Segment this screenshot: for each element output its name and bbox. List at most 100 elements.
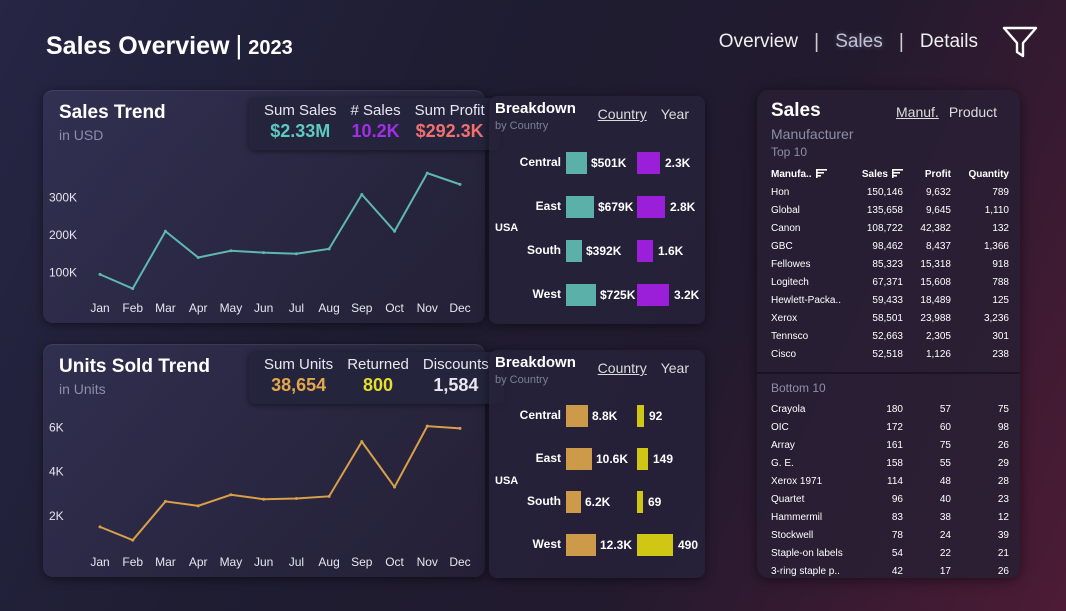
- table-row[interactable]: Xerox 58,501 23,988 3,236: [771, 309, 1011, 327]
- bar-secondary[interactable]: [637, 284, 669, 306]
- bar-secondary-label: 3.2K: [674, 288, 700, 302]
- data-point[interactable]: [98, 525, 102, 529]
- data-point[interactable]: [163, 499, 167, 503]
- data-point[interactable]: [425, 171, 429, 175]
- data-point[interactable]: [196, 256, 200, 259]
- bar-secondary-label: 69: [648, 495, 662, 509]
- data-point[interactable]: [262, 497, 266, 501]
- data-point[interactable]: [393, 229, 397, 233]
- table-row[interactable]: Quartet 96 40 23: [771, 490, 1011, 508]
- table-row[interactable]: Xerox 1971 114 48 28: [771, 472, 1011, 490]
- table-row[interactable]: Crayola 180 57 75: [771, 400, 1011, 418]
- table-cell: 75: [939, 439, 951, 451]
- breakdown-title: Breakdown: [495, 354, 576, 371]
- table-row[interactable]: Canon 108,722 42,382 132: [771, 219, 1011, 237]
- data-point[interactable]: [327, 494, 331, 498]
- table-row[interactable]: Logitech 67,371 15,608 788: [771, 273, 1011, 291]
- data-point[interactable]: [458, 182, 462, 186]
- bar-secondary-label: 92: [649, 409, 663, 423]
- sort-icon[interactable]: [892, 168, 903, 179]
- tab-country[interactable]: Country: [598, 106, 647, 122]
- units-trend-panel: Units Sold Trend in Units Sum Units 38,65…: [43, 344, 504, 577]
- table-row[interactable]: Stockwell 78 24 39: [771, 526, 1011, 544]
- table-cell: 789: [992, 186, 1009, 198]
- bar-primary[interactable]: [566, 284, 596, 306]
- bar-primary[interactable]: [566, 196, 594, 218]
- table-row[interactable]: Array 161 75 26: [771, 436, 1011, 454]
- table-cell: Staple-on labels: [771, 547, 843, 559]
- y-tick-label: 2K: [49, 509, 64, 523]
- column-header[interactable]: Sales: [847, 169, 903, 180]
- table-row[interactable]: Hewlett-Packa.. 59,433 18,489 125: [771, 291, 1011, 309]
- data-point[interactable]: [131, 538, 135, 542]
- table-row[interactable]: Hon 150,146 9,632 789: [771, 183, 1011, 201]
- data-point[interactable]: [294, 497, 298, 501]
- nav-sales[interactable]: Sales: [835, 31, 883, 53]
- x-tick-label: Apr: [189, 555, 208, 569]
- data-point[interactable]: [98, 272, 102, 276]
- table-row[interactable]: OIC 172 60 98: [771, 418, 1011, 436]
- bar-secondary[interactable]: [637, 240, 653, 262]
- table-row[interactable]: Hammermil 83 38 12: [771, 508, 1011, 526]
- table-row[interactable]: 3-ring staple p.. 42 17 26: [771, 562, 1011, 580]
- bar-primary[interactable]: [566, 405, 588, 427]
- table-cell: 28: [997, 475, 1009, 487]
- bar-primary-label: 8.8K: [592, 409, 618, 423]
- region-label: South: [527, 243, 561, 257]
- nav-overview[interactable]: Overview: [719, 31, 798, 53]
- table-row[interactable]: Cisco 52,518 1,126 238: [771, 345, 1011, 363]
- table-row[interactable]: Global 135,658 9,645 1,110: [771, 201, 1011, 219]
- data-point[interactable]: [327, 247, 331, 251]
- bar-primary[interactable]: [566, 491, 581, 513]
- bar-secondary[interactable]: [637, 152, 660, 174]
- data-point[interactable]: [196, 504, 200, 508]
- bar-secondary[interactable]: [637, 448, 648, 470]
- data-point[interactable]: [360, 440, 364, 444]
- column-header[interactable]: Manufa..: [771, 169, 847, 180]
- table-cell: 58,501: [872, 312, 903, 324]
- data-point[interactable]: [425, 424, 429, 428]
- tab-year[interactable]: Year: [661, 360, 689, 376]
- data-point[interactable]: [229, 249, 233, 253]
- bar-primary[interactable]: [566, 240, 582, 262]
- tab-manufacturer[interactable]: Manuf.: [896, 104, 939, 120]
- x-tick-label: Mar: [155, 301, 176, 315]
- table-row[interactable]: Tennsco 52,663 2,305 301: [771, 327, 1011, 345]
- tab-product[interactable]: Product: [949, 104, 997, 120]
- data-point[interactable]: [458, 426, 462, 430]
- bar-secondary[interactable]: [637, 534, 673, 556]
- table-row[interactable]: G. E. 158 55 29: [771, 454, 1011, 472]
- region-label: East: [535, 199, 561, 213]
- table-row[interactable]: Fellowes 85,323 15,318 918: [771, 255, 1011, 273]
- data-point[interactable]: [262, 251, 266, 255]
- page-title-group: Sales Overview | 2023: [46, 30, 293, 61]
- funnel-icon[interactable]: [1002, 24, 1038, 60]
- country-label: USA: [495, 475, 519, 487]
- bar-primary[interactable]: [566, 534, 596, 556]
- data-point[interactable]: [360, 193, 364, 196]
- bar-secondary[interactable]: [637, 491, 643, 513]
- nav-separator: |: [813, 30, 820, 53]
- region-label: West: [532, 537, 561, 551]
- data-point[interactable]: [393, 485, 397, 489]
- x-tick-label: Sep: [351, 301, 373, 315]
- tab-country[interactable]: Country: [598, 360, 647, 376]
- tab-year[interactable]: Year: [661, 106, 689, 122]
- data-point[interactable]: [229, 493, 233, 497]
- data-point[interactable]: [163, 229, 167, 233]
- bar-secondary[interactable]: [637, 405, 644, 427]
- data-point[interactable]: [131, 287, 135, 291]
- table-cell: 38: [939, 511, 951, 523]
- x-tick-label: Jun: [254, 301, 273, 315]
- sort-icon[interactable]: [815, 168, 827, 179]
- column-header[interactable]: Quantity: [951, 169, 1009, 180]
- table-row[interactable]: Staple-on labels 54 22 21: [771, 544, 1011, 562]
- table-row[interactable]: GBC 98,462 8,437 1,366: [771, 237, 1011, 255]
- column-header[interactable]: Profit: [903, 169, 951, 180]
- nav-details[interactable]: Details: [920, 31, 978, 53]
- y-tick-label: 100K: [49, 266, 77, 280]
- bar-primary[interactable]: [566, 448, 592, 470]
- data-point[interactable]: [294, 252, 298, 256]
- bar-primary[interactable]: [566, 152, 587, 174]
- bar-secondary[interactable]: [637, 196, 665, 218]
